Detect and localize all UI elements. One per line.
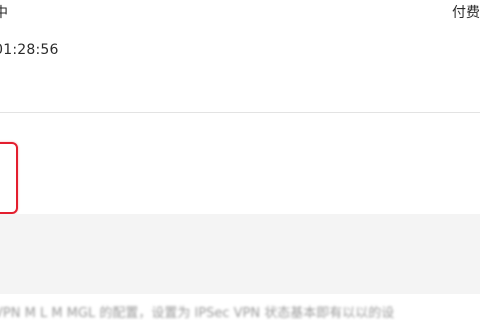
order-detail-page: 行中 付费 -27 01:28:56 VPN M L M MGL 的配置，设置为…: [0, 0, 480, 320]
order-time: -27 01:28:56: [0, 42, 59, 58]
order-status: 行中: [0, 5, 8, 21]
highlight-frame: [0, 142, 18, 214]
footer-note: VPN M L M MGL 的配置，设置为 IPSec VPN 状态基本即有以以…: [0, 306, 395, 320]
info-panel: [0, 214, 480, 294]
billing-type-label: 付费: [452, 5, 480, 21]
section-divider: [0, 112, 480, 113]
